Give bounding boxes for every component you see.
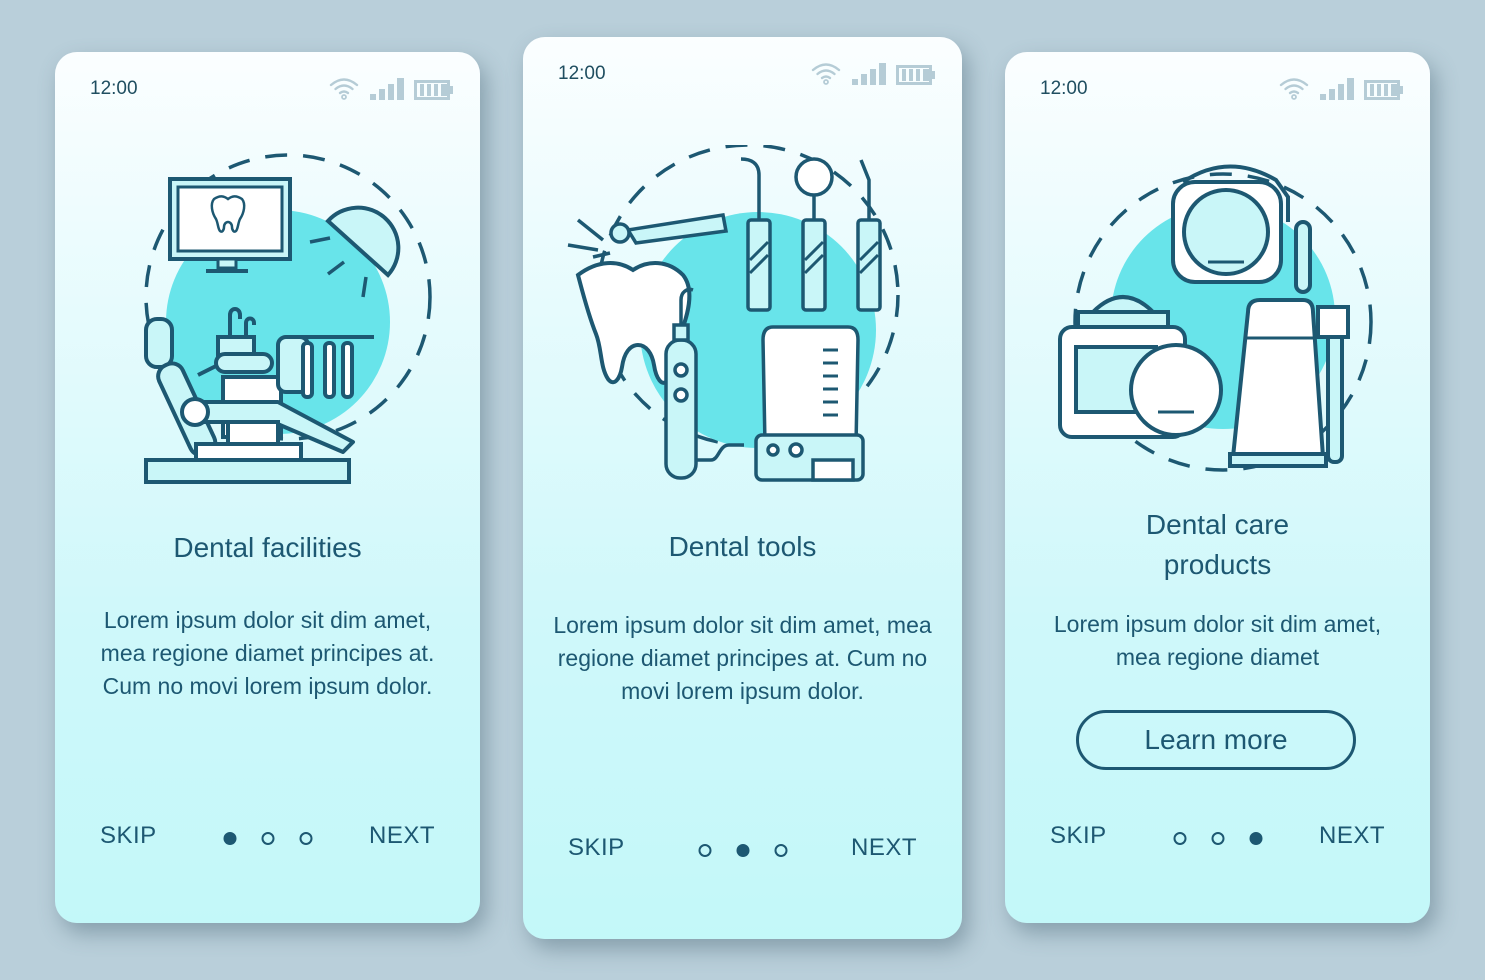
onboarding-screen-dental-tools: 12:00 Dental tools Lorem ipsum dolor sit… [523, 37, 962, 939]
battery-icon [414, 80, 453, 100]
skip-button[interactable]: SKIP [1050, 822, 1107, 850]
screen-title: Dental care products [1145, 509, 1290, 580]
status-time: 12:00 [558, 63, 606, 84]
status-time: 12:00 [90, 78, 138, 99]
monitor-icon [167, 177, 292, 273]
wifi-icon [811, 63, 841, 85]
signal-icon [1320, 78, 1354, 100]
page-dot-1-active[interactable] [223, 832, 236, 845]
page-indicator [698, 844, 787, 857]
screen-description: Lorem ipsum dolor sit dim amet, mea regi… [100, 607, 435, 699]
page-dot-2-active[interactable] [736, 844, 749, 857]
page-dot-3[interactable] [774, 844, 787, 857]
status-bar: 12:00 [523, 37, 962, 97]
dental-unit-icon [753, 325, 865, 482]
dental-instruments-icon [740, 157, 882, 312]
onboarding-screen-dental-care-products: 12:00 Dental care products Lorem ipsum d… [1005, 52, 1430, 923]
dental-tools-illustration [523, 145, 962, 490]
page-dot-3-active[interactable] [1249, 832, 1262, 845]
screen-description: Lorem ipsum dolor sit dim amet, mea regi… [553, 612, 932, 704]
dental-chair-illustration [55, 147, 480, 487]
next-button[interactable]: NEXT [1319, 822, 1385, 850]
page-indicator [223, 832, 312, 845]
onboarding-footer: SKIP NEXT [523, 830, 962, 870]
wifi-icon [1279, 78, 1309, 100]
next-button[interactable]: NEXT [369, 822, 435, 850]
dental-care-products-illustration [1005, 152, 1430, 482]
battery-icon [1364, 80, 1403, 100]
page-dot-1[interactable] [698, 844, 711, 857]
page-dot-3[interactable] [299, 832, 312, 845]
learn-more-button[interactable]: Learn more [1076, 710, 1356, 770]
onboarding-footer: SKIP NEXT [55, 818, 480, 858]
onboarding-screen-dental-facilities: 12:00 Dental facilities Lorem ipsum dolo… [55, 52, 480, 923]
page-dot-2[interactable] [261, 832, 274, 845]
page-indicator [1173, 832, 1262, 845]
status-bar: 12:00 [1005, 52, 1430, 112]
signal-icon [852, 63, 886, 85]
signal-icon [370, 78, 404, 100]
next-button[interactable]: NEXT [851, 834, 917, 862]
skip-button[interactable]: SKIP [568, 834, 625, 862]
status-bar: 12:00 [55, 52, 480, 112]
skip-button[interactable]: SKIP [100, 822, 157, 850]
screen-title: Dental tools [668, 531, 817, 562]
page-dot-1[interactable] [1173, 832, 1186, 845]
screen-title: Dental facilities [173, 532, 362, 563]
wifi-icon [329, 78, 359, 100]
status-time: 12:00 [1040, 78, 1088, 99]
battery-icon [896, 65, 935, 85]
page-dot-2[interactable] [1211, 832, 1224, 845]
onboarding-footer: SKIP NEXT [1005, 818, 1430, 858]
screen-description: Lorem ipsum dolor sit dim amet, mea regi… [1053, 611, 1382, 670]
